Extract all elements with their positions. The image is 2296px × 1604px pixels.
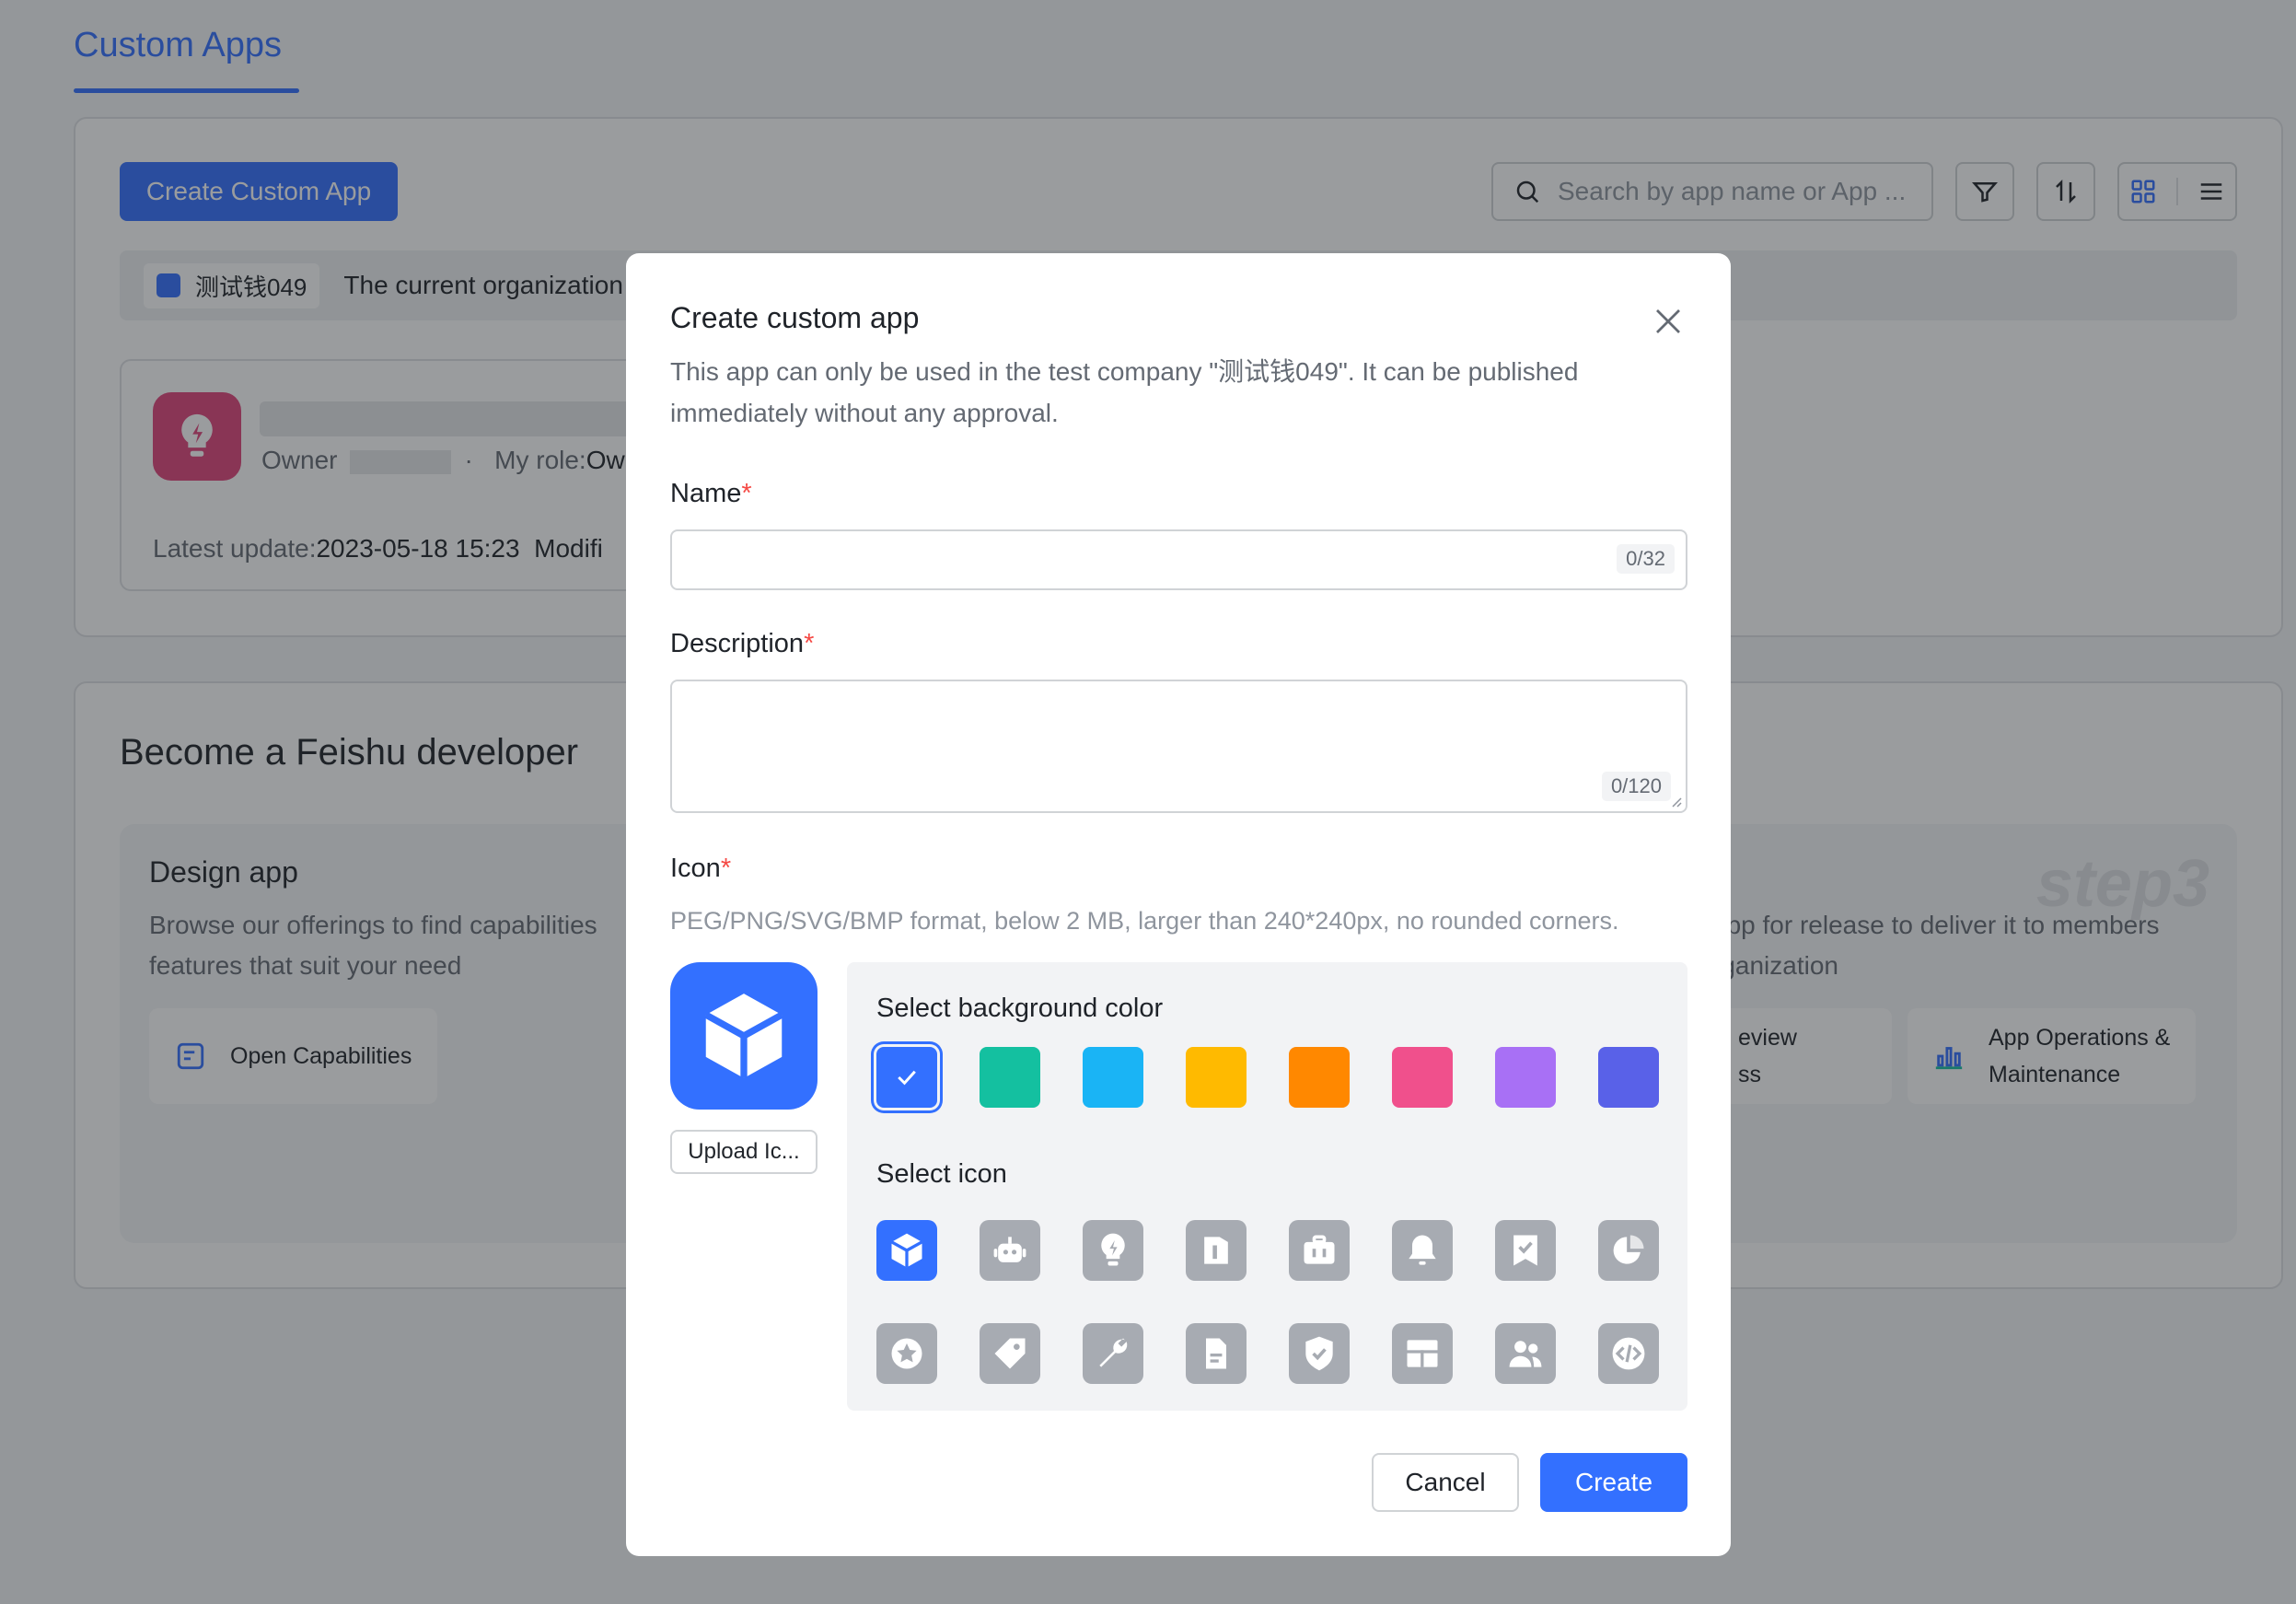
book-icon bbox=[1204, 1237, 1228, 1264]
name-label: Name* bbox=[670, 479, 752, 508]
star-icon bbox=[891, 1338, 922, 1369]
bg-color-swatch[interactable] bbox=[1083, 1047, 1143, 1108]
bell-icon bbox=[1409, 1235, 1436, 1265]
icon-preview bbox=[670, 962, 818, 1110]
icon-option[interactable] bbox=[1392, 1323, 1453, 1384]
bookmark-check-icon bbox=[1513, 1235, 1537, 1266]
icon-picker-panel: Select background color Select icon bbox=[847, 962, 1687, 1411]
people-icon bbox=[1509, 1341, 1542, 1367]
name-char-count: 0/32 bbox=[1617, 544, 1675, 574]
resize-handle-icon[interactable] bbox=[1669, 795, 1682, 808]
dialog-subtitle: This app can only be used in the test co… bbox=[670, 357, 1579, 427]
icon-option[interactable] bbox=[1083, 1323, 1143, 1384]
layout-icon bbox=[1407, 1340, 1438, 1367]
cube-icon bbox=[703, 994, 784, 1078]
icon-option[interactable] bbox=[876, 1323, 937, 1384]
icon-option[interactable] bbox=[1495, 1220, 1556, 1281]
bg-color-label: Select background color bbox=[876, 994, 1164, 1023]
code-icon bbox=[1612, 1337, 1645, 1370]
close-icon bbox=[1656, 309, 1680, 333]
bg-color-swatch[interactable] bbox=[1598, 1047, 1659, 1108]
select-icon-label: Select icon bbox=[876, 1159, 1007, 1189]
briefcase-icon bbox=[1304, 1235, 1335, 1264]
dialog-title: Create custom app bbox=[670, 301, 920, 334]
bg-color-swatch[interactable] bbox=[1186, 1047, 1247, 1108]
check-icon bbox=[898, 1070, 916, 1086]
pie-chart-icon bbox=[1613, 1235, 1644, 1264]
create-button[interactable]: Create bbox=[1540, 1453, 1687, 1512]
icon-option[interactable] bbox=[1186, 1323, 1247, 1384]
bg-color-swatch[interactable] bbox=[1392, 1047, 1453, 1108]
wrench-icon bbox=[1099, 1338, 1128, 1367]
icon-option[interactable] bbox=[980, 1220, 1040, 1281]
robot-icon bbox=[993, 1237, 1026, 1262]
cancel-button[interactable]: Cancel bbox=[1372, 1453, 1519, 1512]
name-input[interactable]: 0/32 bbox=[670, 529, 1687, 590]
icon-option[interactable] bbox=[1186, 1220, 1247, 1281]
cube-icon bbox=[890, 1233, 923, 1268]
description-char-count: 0/120 bbox=[1601, 772, 1671, 801]
icon-option[interactable] bbox=[1289, 1220, 1350, 1281]
upload-icon-button[interactable]: Upload Ic... bbox=[670, 1130, 818, 1174]
icon-option[interactable] bbox=[1392, 1220, 1453, 1281]
bg-color-swatch[interactable] bbox=[1495, 1047, 1556, 1108]
close-button[interactable] bbox=[1648, 301, 1688, 342]
lightbulb-icon bbox=[1101, 1233, 1125, 1266]
document-icon bbox=[1206, 1338, 1226, 1369]
bg-color-swatch[interactable] bbox=[1289, 1047, 1350, 1108]
bg-color-swatch[interactable] bbox=[876, 1047, 937, 1108]
bg-color-swatch[interactable] bbox=[980, 1047, 1040, 1108]
icon-option[interactable] bbox=[1289, 1323, 1350, 1384]
icon-option[interactable] bbox=[1598, 1220, 1659, 1281]
shield-check-icon bbox=[1305, 1336, 1333, 1371]
icon-hint: PEG/PNG/SVG/BMP format, below 2 MB, larg… bbox=[670, 907, 1619, 935]
description-textarea[interactable]: 0/120 bbox=[670, 680, 1687, 813]
icon-option[interactable] bbox=[1083, 1220, 1143, 1281]
icon-option[interactable] bbox=[1598, 1323, 1659, 1384]
create-custom-app-dialog: Create custom app This app can only be u… bbox=[626, 253, 1731, 1556]
tag-icon bbox=[994, 1338, 1026, 1369]
icon-option[interactable] bbox=[980, 1323, 1040, 1384]
icon-option[interactable] bbox=[1495, 1323, 1556, 1384]
description-label: Description* bbox=[670, 629, 815, 658]
icon-option[interactable] bbox=[876, 1220, 937, 1281]
icon-label: Icon* bbox=[670, 854, 732, 883]
